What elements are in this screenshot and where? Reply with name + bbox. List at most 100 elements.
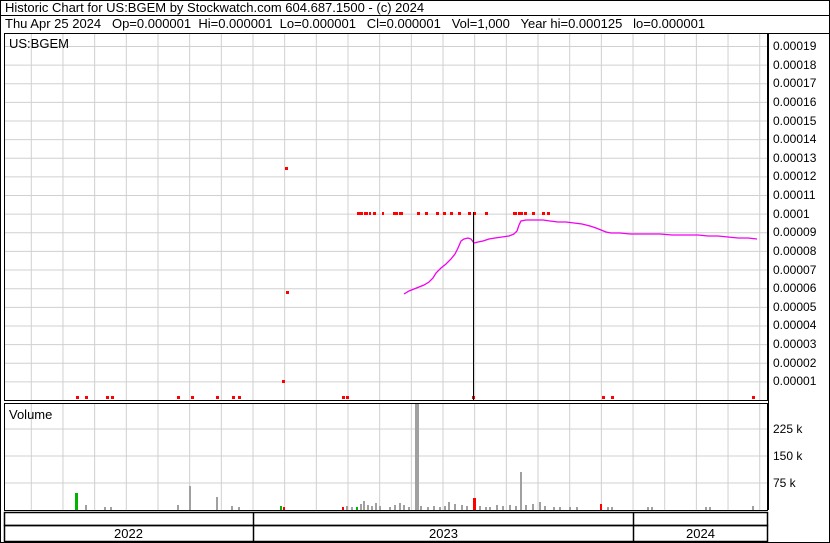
trade-dot xyxy=(373,212,376,215)
price-axis-label: 0.00017 xyxy=(773,76,817,91)
trade-dot xyxy=(611,396,614,399)
trade-dot xyxy=(542,212,545,215)
trade-dot xyxy=(238,396,241,399)
price-axis-label: 0.00004 xyxy=(773,318,817,333)
axis-band1-border xyxy=(3,511,769,527)
price-axis-label: 0.00005 xyxy=(773,299,817,314)
volume-bar xyxy=(520,472,522,510)
trade-dot xyxy=(425,212,428,215)
volume-bar xyxy=(461,505,463,510)
trade-dot xyxy=(285,167,288,170)
stockwatch-historic-chart-window: Historic Chart for US:BGEM by Stockwatch… xyxy=(0,0,830,543)
volume-bar xyxy=(177,505,179,510)
volume-bar xyxy=(280,506,282,510)
year-label: 2024 xyxy=(686,526,715,541)
volume-bar xyxy=(367,505,369,510)
volume-bar xyxy=(433,506,435,510)
price-axis-label: 0.00007 xyxy=(773,262,817,277)
volume-bar xyxy=(85,505,87,510)
price-axis-label: 0.00001 xyxy=(773,374,817,389)
volume-bar xyxy=(559,507,561,510)
trade-dot xyxy=(76,396,79,399)
volume-axis-label: 75 k xyxy=(773,475,796,490)
trade-dot xyxy=(382,212,384,215)
trade-dot xyxy=(485,212,488,215)
volume-bar xyxy=(709,507,711,510)
volume-bar xyxy=(502,506,504,510)
volume-bar xyxy=(415,404,419,510)
volume-axis-label: 150 k xyxy=(773,448,803,463)
volume-bar xyxy=(408,507,410,510)
trade-dot xyxy=(468,212,471,215)
volume-bar xyxy=(351,507,353,510)
chart-canvas[interactable] xyxy=(0,0,830,543)
volume-bar xyxy=(532,504,534,510)
trade-dot xyxy=(752,396,755,399)
volume-bar xyxy=(479,506,481,510)
moving-average-line xyxy=(403,219,758,295)
price-pane-border xyxy=(4,33,768,401)
volume-bar xyxy=(705,507,707,510)
trade-dot xyxy=(458,212,461,215)
volume-bar xyxy=(553,507,555,510)
volume-bar xyxy=(283,507,285,510)
volume-bar xyxy=(439,507,441,510)
volume-bar xyxy=(420,506,422,510)
trade-dot xyxy=(518,212,523,215)
volume-bar xyxy=(216,497,218,510)
price-axis-label: 0.00003 xyxy=(773,337,817,352)
price-axis-label: 0.00015 xyxy=(773,113,817,128)
volume-bar xyxy=(454,504,456,510)
volume-bar xyxy=(427,507,429,510)
trade-dot xyxy=(342,396,345,399)
trade-dot xyxy=(393,212,398,215)
volume-bar xyxy=(466,506,468,510)
volume-bar xyxy=(600,504,602,510)
price-axis-label: 0.0001 xyxy=(773,206,810,221)
volume-bar xyxy=(448,502,450,510)
volume-bar xyxy=(576,507,578,510)
trade-dot xyxy=(436,212,439,215)
trade-dot xyxy=(524,212,527,215)
year-label: 2023 xyxy=(429,526,458,541)
price-axis-label: 0.00012 xyxy=(773,169,817,184)
volume-bar xyxy=(371,506,373,510)
symbol-label: US:BGEM xyxy=(9,36,69,51)
volume-bar xyxy=(110,507,112,510)
volume-bar xyxy=(75,493,78,510)
trade-dot xyxy=(106,396,109,399)
price-axis-label: 0.00016 xyxy=(773,94,817,109)
trade-dot xyxy=(232,396,235,399)
trade-dot xyxy=(532,212,535,215)
volume-bar xyxy=(399,503,401,510)
volume-bar xyxy=(104,507,106,510)
trade-dot xyxy=(286,291,289,294)
trade-dot xyxy=(191,396,194,399)
volume-bar xyxy=(363,501,365,510)
trade-dot xyxy=(602,396,605,399)
volume-bar xyxy=(473,498,476,510)
volume-bar xyxy=(238,507,240,510)
trade-dot xyxy=(547,212,550,215)
volume-bar xyxy=(611,507,613,510)
volume-bar xyxy=(651,507,653,510)
volume-bar xyxy=(647,507,649,510)
year-label: 2022 xyxy=(114,526,143,541)
volume-bar xyxy=(231,506,233,510)
volume-bar xyxy=(403,505,405,510)
trade-dot xyxy=(417,212,420,215)
volume-bar xyxy=(394,505,396,510)
trade-dot xyxy=(357,212,363,215)
trade-dot xyxy=(282,380,285,383)
price-axis-label: 0.00006 xyxy=(773,281,817,296)
volume-pane-label: Volume xyxy=(9,407,53,422)
trade-dot xyxy=(513,212,517,215)
volume-pane-border xyxy=(4,403,768,511)
volume-bar xyxy=(607,507,609,510)
volume-bar xyxy=(356,507,358,510)
price-axis-label: 0.00019 xyxy=(773,39,817,53)
price-axis-label: 0.00008 xyxy=(773,243,817,258)
price-axis-label: 0.00014 xyxy=(773,132,817,147)
volume-bar xyxy=(489,507,491,510)
trade-dot xyxy=(85,396,88,399)
